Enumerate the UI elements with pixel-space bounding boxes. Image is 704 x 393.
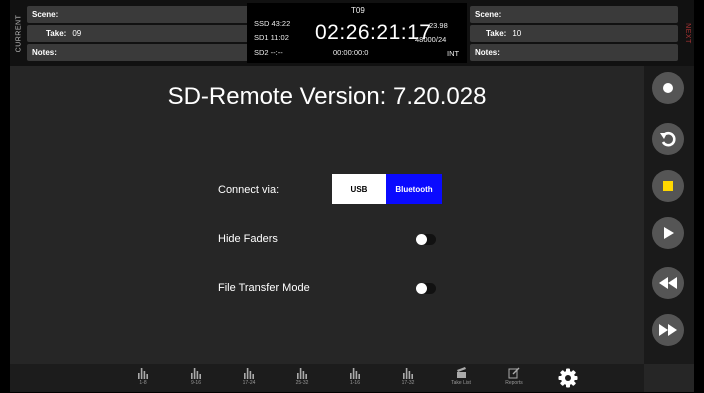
next-notes-label: Notes: <box>475 48 500 57</box>
current-take-label: Take: <box>46 29 67 38</box>
fader-bank-icon <box>403 368 413 379</box>
current-notes-field[interactable]: Notes: <box>27 44 252 61</box>
sd2-remaining: SD2 --:-- <box>254 48 283 57</box>
current-scene-field[interactable]: Scene: <box>27 6 252 23</box>
tab-reports[interactable]: Reports <box>494 367 534 386</box>
timecode-source: INT <box>447 49 460 58</box>
current-scene-label: Scene: <box>32 10 59 19</box>
stop-button[interactable] <box>652 170 684 202</box>
clapper-icon <box>456 367 466 378</box>
current-take-field[interactable]: Take: 09 <box>27 25 252 42</box>
tab-faders-9-16[interactable]: 9-16 <box>176 367 216 386</box>
transport-panel <box>644 66 694 364</box>
version-title: SD-Remote Version: 7.20.028 <box>167 83 487 110</box>
stop-icon <box>663 181 673 191</box>
frame-rate: 23.98 <box>429 21 448 30</box>
hide-faders-label: Hide Faders <box>218 233 278 245</box>
next-scene-field[interactable]: Scene: <box>470 6 678 23</box>
bottom-tab-bar: 1-8 9-16 17-24 25-32 1-16 17-32 Take Lis… <box>10 364 644 392</box>
fader-bank-icon <box>244 368 254 379</box>
play-icon <box>664 227 674 239</box>
fader-bank-icon <box>191 368 201 379</box>
sd1-remaining: SD1 11:02 <box>254 33 289 42</box>
tab-faders-1-8[interactable]: 1-8 <box>123 367 163 386</box>
tab-faders-17-24[interactable]: 17-24 <box>229 367 269 386</box>
bluetooth-button[interactable]: Bluetooth <box>386 174 442 204</box>
sub-timecode: 00:00:00:0 <box>333 48 369 57</box>
play-button[interactable] <box>652 217 684 249</box>
toggle-knob <box>416 283 427 294</box>
connect-via-label: Connect via: <box>218 184 280 196</box>
fader-bank-icon <box>297 368 307 379</box>
next-take-field[interactable]: Take: 10 <box>470 25 678 42</box>
current-side-label: CURRENT <box>15 14 23 52</box>
toggle-knob <box>416 234 427 245</box>
undo-button[interactable] <box>652 123 684 155</box>
fast-forward-icon <box>659 324 677 336</box>
main-timecode: 02:26:21:17 <box>315 21 432 44</box>
next-side-label: NEXT <box>683 22 691 44</box>
hide-faders-toggle[interactable] <box>416 234 436 245</box>
record-button[interactable] <box>652 72 684 104</box>
file-transfer-toggle[interactable] <box>416 283 436 294</box>
usb-button[interactable]: USB <box>332 174 386 204</box>
ssd-remaining: SSD 43:22 <box>254 19 291 28</box>
rewind-button[interactable] <box>652 267 684 299</box>
edit-icon <box>508 367 520 379</box>
next-take-value: 10 <box>512 29 522 38</box>
fader-bank-icon <box>350 368 360 379</box>
tab-faders-1-16[interactable]: 1-16 <box>335 367 375 386</box>
next-notes-field[interactable]: Notes: <box>470 44 678 61</box>
current-take-metadata: Scene: Take: 09 Notes: <box>27 6 252 63</box>
status-header: CURRENT Scene: Take: 09 Notes: T09 SSD 43… <box>10 0 694 66</box>
settings-panel: SD-Remote Version: 7.20.028 Connect via:… <box>10 66 644 364</box>
tab-faders-17-32[interactable]: 17-32 <box>388 367 428 386</box>
next-take-label: Take: <box>486 29 507 38</box>
timecode-display: T09 SSD 43:22 SD1 11:02 SD2 --:-- 02:26:… <box>247 3 467 63</box>
current-take-value: 09 <box>72 29 82 38</box>
rewind-icon <box>659 277 677 289</box>
undo-icon <box>660 131 676 147</box>
sample-rate: 48000/24 <box>415 35 447 44</box>
settings-button[interactable] <box>558 368 578 393</box>
fast-forward-button[interactable] <box>652 314 684 346</box>
current-notes-label: Notes: <box>32 48 57 57</box>
file-transfer-label: File Transfer Mode <box>218 282 310 294</box>
take-name: T09 <box>351 6 365 15</box>
record-icon <box>663 83 673 93</box>
tab-take-list[interactable]: Take List <box>441 367 481 386</box>
gear-icon <box>558 368 578 388</box>
tab-faders-25-32[interactable]: 25-32 <box>282 367 322 386</box>
fader-bank-icon <box>138 368 148 379</box>
next-scene-label: Scene: <box>475 10 502 19</box>
app-frame: CURRENT Scene: Take: 09 Notes: T09 SSD 43… <box>10 0 694 392</box>
next-take-metadata: Scene: Take: 10 Notes: <box>470 6 678 63</box>
